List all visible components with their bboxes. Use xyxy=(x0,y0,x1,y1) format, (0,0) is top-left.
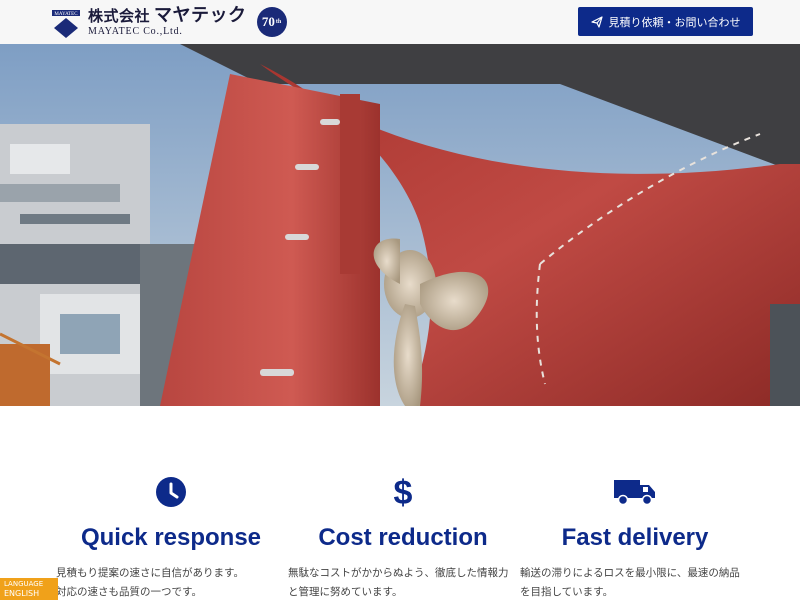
language-current: ENGLISH xyxy=(4,589,40,598)
language-label: LANGUAGE xyxy=(4,580,44,588)
anniversary-badge: 70th xyxy=(256,7,287,37)
quote-contact-button[interactable]: 見積り依頼・お問い合わせ xyxy=(578,7,753,36)
svg-text:$: $ xyxy=(394,475,413,509)
paper-plane-icon xyxy=(590,15,603,28)
features-section: Quick response 見積もり提案の速さに自信があります。 対応の速さも… xyxy=(0,406,800,600)
feature-title: Fast delivery xyxy=(561,524,709,551)
logo-english-name: MAYATEC Co.,Ltd. xyxy=(88,26,183,37)
feature-description-line: 輸送の滞りによるロスを最小限に、最速の納品 xyxy=(520,567,740,579)
language-switcher[interactable]: LANGUAGE ENGLISH xyxy=(0,578,58,600)
hero-image xyxy=(0,44,800,406)
feature-title: Quick response xyxy=(80,524,262,551)
logo-company-name: マヤテック xyxy=(154,5,247,26)
feature-description-line: 見積もり提案の速さに自信があります。 xyxy=(56,567,244,579)
dollar-icon: $ xyxy=(288,474,518,510)
feature-description-line: 対応の速さも品質の一つです。 xyxy=(56,586,202,598)
truck-icon xyxy=(520,474,750,510)
feature-fast-delivery: Fast delivery 輸送の滞りによるロスを最小限に、最速の納品 を目指し… xyxy=(520,406,750,600)
company-logo[interactable]: MAYATEC 株式会社 マヤテック MAYATEC Co.,Ltd. 70th xyxy=(52,6,287,38)
quote-contact-label: 見積り依頼・お問い合わせ xyxy=(608,15,741,29)
feature-cost-reduction: $ Cost reduction 無駄なコストがかからぬよう、徹底した情報力 と… xyxy=(288,406,518,600)
logo-company-type: 株式会社 xyxy=(88,7,151,25)
svg-text:MAYATEC: MAYATEC xyxy=(54,12,78,17)
feature-description-line: を目指しています。 xyxy=(520,586,614,598)
feature-quick-response: Quick response 見積もり提案の速さに自信があります。 対応の速さも… xyxy=(56,406,286,600)
feature-description-line: 無駄なコストがかからぬよう、徹底した情報力 xyxy=(288,567,509,579)
clock-icon xyxy=(56,474,286,510)
anniversary-number: 70 xyxy=(261,14,275,29)
logo-diamond-icon: MAYATEC xyxy=(52,6,80,38)
anniversary-suffix: th xyxy=(275,19,282,25)
feature-title: Cost reduction xyxy=(318,524,488,551)
feature-description-line: と管理に努めています。 xyxy=(288,586,403,598)
site-header: MAYATEC 株式会社 マヤテック MAYATEC Co.,Ltd. 70th … xyxy=(0,0,800,44)
